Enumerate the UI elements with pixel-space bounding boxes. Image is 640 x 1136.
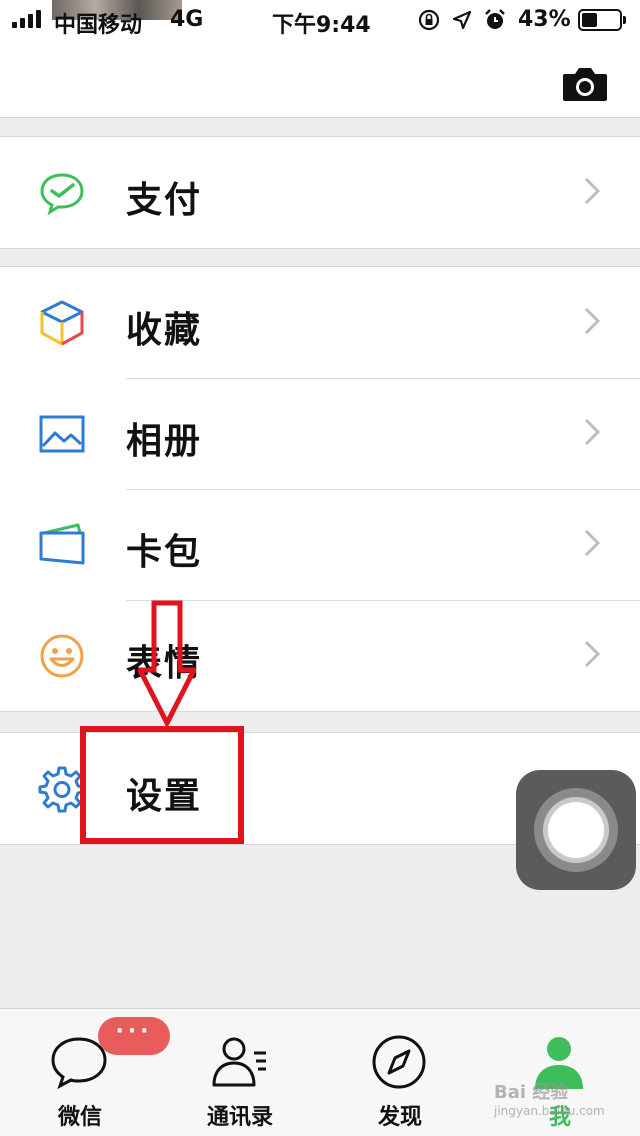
chevron-right-icon <box>584 529 600 557</box>
annotation-arrow-down-icon <box>138 600 196 726</box>
camera-icon[interactable] <box>562 66 608 102</box>
tab-discover[interactable]: 发现 <box>320 1009 480 1136</box>
favorites-cube-icon <box>40 300 84 346</box>
battery-icon <box>578 9 626 31</box>
alarm-icon <box>485 9 505 29</box>
menu-label-cards: 卡包 <box>126 532 203 573</box>
clock: 下午9:44 <box>272 13 371 38</box>
tab-label-discover: 发现 <box>377 1105 422 1130</box>
annotation-highlight-box <box>80 726 244 844</box>
menu-item-favorites[interactable]: 收藏 <box>0 267 640 378</box>
wechat-pay-icon <box>40 173 84 216</box>
compass-icon <box>372 1035 426 1089</box>
tab-label-chats: 微信 <box>57 1105 102 1130</box>
network-type: 4G <box>170 7 204 32</box>
tab-label-contacts: 通讯录 <box>206 1105 273 1130</box>
chevron-right-icon <box>584 418 600 446</box>
carrier-label: 中国移动 <box>54 13 143 38</box>
header-bar <box>0 40 640 118</box>
menu-group-main: 收藏 相册 卡包 表情 <box>0 266 640 712</box>
gear-icon <box>38 766 86 813</box>
chevron-right-icon <box>584 177 600 205</box>
menu-label-pay: 支付 <box>126 180 203 221</box>
location-icon <box>452 10 472 30</box>
contacts-icon <box>212 1037 266 1087</box>
menu-item-cards[interactable]: 卡包 <box>0 489 640 600</box>
menu-label-favorites: 收藏 <box>126 310 203 351</box>
menu-label-album: 相册 <box>126 421 203 462</box>
card-wallet-icon <box>39 523 85 565</box>
album-icon <box>39 415 85 453</box>
menu-item-stickers[interactable]: 表情 <box>0 600 640 711</box>
signal-strength-icon <box>12 10 41 28</box>
chevron-right-icon <box>584 307 600 335</box>
battery-percent: 43% <box>518 7 571 32</box>
rotation-lock-icon <box>418 9 440 31</box>
chevron-right-icon <box>584 640 600 668</box>
menu-item-album[interactable]: 相册 <box>0 378 640 489</box>
menu-group-pay: 支付 <box>0 136 640 249</box>
status-bar: 中国移动 4G 下午9:44 43% <box>0 0 640 40</box>
smiley-icon <box>40 634 84 678</box>
menu-item-pay[interactable]: 支付 <box>0 137 640 248</box>
tab-chats[interactable]: 微信 ··· <box>0 1009 170 1136</box>
tab-contacts[interactable]: 通讯录 <box>160 1009 320 1136</box>
watermark-url: jingyan.baidu.com <box>494 1104 605 1118</box>
assistive-touch-button[interactable] <box>516 770 636 890</box>
status-icons <box>418 9 506 31</box>
watermark: Bai 经验 <box>494 1082 569 1103</box>
